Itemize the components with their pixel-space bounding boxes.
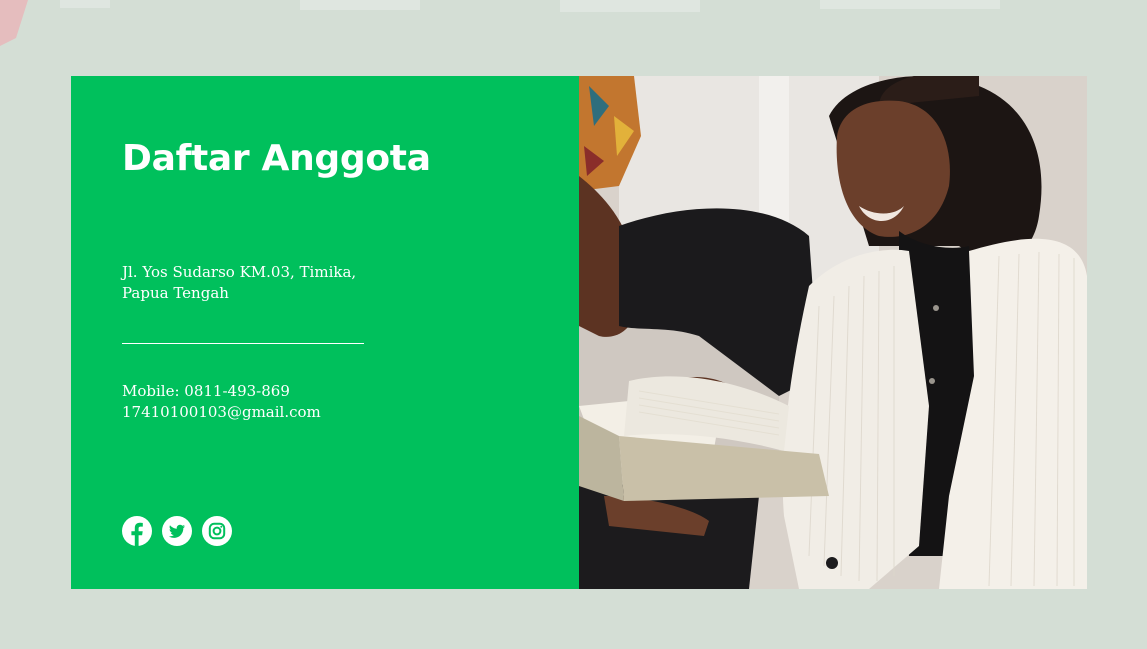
member-card: Daftar Anggota Jl. Yos Sudarso KM.03, Ti… <box>71 76 1087 589</box>
photo-panel <box>579 76 1087 589</box>
instagram-icon[interactable] <box>202 516 232 546</box>
twitter-icon[interactable] <box>162 516 192 546</box>
contact-info: Mobile: 0811-493-869 17410100103@gmail.c… <box>122 381 321 423</box>
address-line-1: Jl. Yos Sudarso KM.03, Timika, <box>122 263 357 281</box>
watermark-graphic <box>0 0 1000 46</box>
social-links <box>122 516 232 546</box>
facebook-icon[interactable] <box>122 516 152 546</box>
woman-reading-book-photo <box>579 76 1087 589</box>
info-panel: Daftar Anggota Jl. Yos Sudarso KM.03, Ti… <box>71 76 579 589</box>
address: Jl. Yos Sudarso KM.03, Timika, Papua Ten… <box>122 262 422 304</box>
mobile-number: Mobile: 0811-493-869 <box>122 382 290 400</box>
page-title: Daftar Anggota <box>122 138 431 179</box>
divider <box>122 343 364 344</box>
watermark <box>0 0 1147 56</box>
email-address: 17410100103@gmail.com <box>122 403 321 421</box>
address-line-2: Papua Tengah <box>122 284 229 302</box>
